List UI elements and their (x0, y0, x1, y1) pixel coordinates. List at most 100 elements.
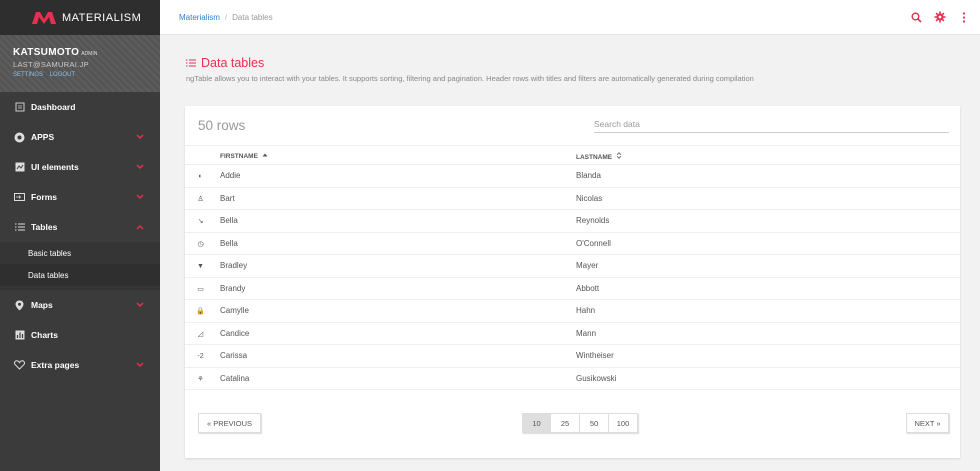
table-row[interactable]: ⚘ Catalina Gusikowski (185, 368, 960, 390)
settings-link[interactable]: SETTINGS (13, 72, 43, 78)
brand-name: MATERIALISM (62, 11, 142, 24)
page-size-10[interactable]: 10 (522, 413, 551, 433)
map-pin-icon (14, 300, 25, 311)
row-icon: ▭ (197, 285, 204, 293)
sidebar-item-dashboard[interactable]: Dashboard (0, 92, 160, 122)
gear-icon[interactable] (934, 11, 946, 23)
cell-firstname: Bradley (220, 261, 248, 270)
tables-submenu: Basic tables Data tables (0, 242, 160, 290)
table-row[interactable]: ◷ Bella O'Connell (185, 233, 960, 255)
cell-firstname: Catalina (220, 373, 250, 383)
table-row[interactable]: ↘ Bella Reynolds (185, 210, 960, 233)
cell-firstname: Addie (220, 171, 241, 180)
sidebar-subitem-data-tables[interactable]: Data tables (0, 264, 160, 286)
cell-firstname: Bella (220, 238, 238, 248)
breadcrumb: Materialism / Data tables (179, 13, 273, 22)
table-row[interactable]: ◿ Candice Mann (185, 323, 960, 345)
page-size-100[interactable]: 100 (609, 413, 638, 433)
row-icon: ◿ (197, 330, 204, 338)
next-page-button[interactable]: NEXT » (906, 413, 949, 433)
search-input[interactable] (594, 116, 949, 133)
table-header: FIRSTNAME LASTNAME (185, 145, 960, 165)
page-title-text: Data tables (201, 56, 265, 70)
sidebar-item-label: Dashboard (31, 102, 76, 112)
page-size-selector: 10 25 50 100 (522, 413, 638, 433)
column-label: FIRSTNAME (220, 153, 258, 160)
sidebar-item-label: Maps (31, 300, 53, 310)
table-row[interactable]: ▼ Bradley Mayer (185, 255, 960, 278)
sidebar-subitem-basic-tables[interactable]: Basic tables (0, 242, 160, 264)
cell-firstname: Brandy (220, 283, 246, 293)
sidebar-item-ui-elements[interactable]: UI elements (0, 152, 160, 182)
breadcrumb-separator: / (224, 12, 228, 22)
breadcrumb-current: Data tables (232, 12, 273, 22)
data-table-card: 50 rows FIRSTNAME LASTNAME ◐ Addie Blanda … (185, 106, 960, 458)
cell-firstname: Carissa (220, 351, 248, 360)
table-row[interactable]: ◐ Addie Blanda (185, 165, 960, 188)
sidebar-item-tables[interactable]: Tables (0, 212, 160, 242)
sidebar-item-label: Extra pages (31, 360, 80, 370)
sidebar-item-maps[interactable]: Maps (0, 290, 160, 320)
table-row[interactable]: ♙ Bart Nicolas (185, 188, 960, 210)
cell-lastname: Reynolds (576, 216, 610, 225)
cell-lastname: Hahn (576, 306, 596, 315)
tables-icon (14, 222, 25, 233)
table-row[interactable]: ▭ Brandy Abbott (185, 278, 960, 300)
row-icon: ▼ (197, 263, 204, 270)
row-icon: 🔒 (196, 308, 205, 315)
search-icon[interactable] (910, 11, 922, 23)
cell-firstname: Camylle (220, 306, 249, 315)
dashboard-icon (14, 102, 25, 113)
row-icon: ♙ (197, 195, 204, 203)
sidebar-item-extra-pages[interactable]: Extra pages (0, 350, 160, 380)
table-row[interactable]: 🔒 Camylle Hahn (185, 300, 960, 323)
table-body: ◐ Addie Blanda ♙ Bart Nicolas ↘ Bella Reynolds… (185, 165, 960, 390)
cell-lastname: Gusikowski (576, 373, 617, 383)
sidebar-item-apps[interactable]: APPS (0, 122, 160, 152)
sidebar: MATERIALISM KATSUMOTO ADMIN LAST@SAMURAI.… (0, 0, 160, 471)
page-size-50[interactable]: 50 (580, 413, 609, 433)
top-header: Materialism / Data tables (160, 0, 980, 35)
cell-lastname: Mann (576, 328, 597, 338)
brand[interactable]: MATERIALISM (0, 0, 160, 35)
sidebar-item-charts[interactable]: Charts (0, 320, 160, 350)
rows-count: 50 rows (198, 118, 246, 133)
column-header-firstname[interactable]: FIRSTNAME (220, 152, 268, 160)
chevron-down-icon (136, 164, 144, 170)
sort-both-icon (616, 152, 622, 159)
page-description: ngTable allows you to interact with your… (186, 74, 754, 83)
logout-link[interactable]: LOGOUT (50, 72, 75, 78)
row-icon: -2 (197, 353, 204, 360)
table-row[interactable]: -2 Carissa Wintheiser (185, 345, 960, 368)
cell-lastname: Nicolas (576, 193, 603, 203)
sidebar-item-forms[interactable]: Forms (0, 182, 160, 212)
chevron-up-icon (136, 224, 144, 230)
user-profile: KATSUMOTO ADMIN LAST@SAMURAI.JP SETTINGS … (0, 35, 160, 92)
ui-elements-icon (14, 162, 25, 173)
user-role: ADMIN (81, 51, 98, 57)
cell-firstname: Bella (220, 216, 238, 225)
sidebar-item-label: Forms (31, 192, 57, 202)
list-icon (186, 59, 196, 67)
column-header-lastname[interactable]: LASTNAME (576, 152, 622, 161)
cell-lastname: Abbott (576, 283, 600, 293)
chevron-down-icon (136, 302, 144, 308)
charts-icon (14, 330, 25, 341)
previous-page-button[interactable]: « PREVIOUS (198, 413, 261, 433)
column-label: LASTNAME (576, 154, 613, 161)
more-vert-icon[interactable] (958, 11, 970, 23)
cell-lastname: Mayer (576, 261, 599, 270)
row-icon: ◐ (198, 173, 203, 180)
row-icon: ↘ (197, 218, 204, 225)
forms-icon (14, 192, 25, 203)
apps-icon (14, 132, 25, 143)
chevron-down-icon (136, 134, 144, 140)
page-title: Data tables (186, 56, 264, 70)
cell-firstname: Candice (220, 328, 250, 338)
page-size-25[interactable]: 25 (551, 413, 580, 433)
cell-lastname: O'Connell (576, 238, 611, 248)
heart-icon (14, 360, 25, 371)
breadcrumb-home-link[interactable]: Materialism (179, 13, 220, 22)
sidebar-nav: Dashboard APPS UI elements Forms Tables … (0, 92, 160, 380)
cell-lastname: Blanda (576, 171, 601, 180)
